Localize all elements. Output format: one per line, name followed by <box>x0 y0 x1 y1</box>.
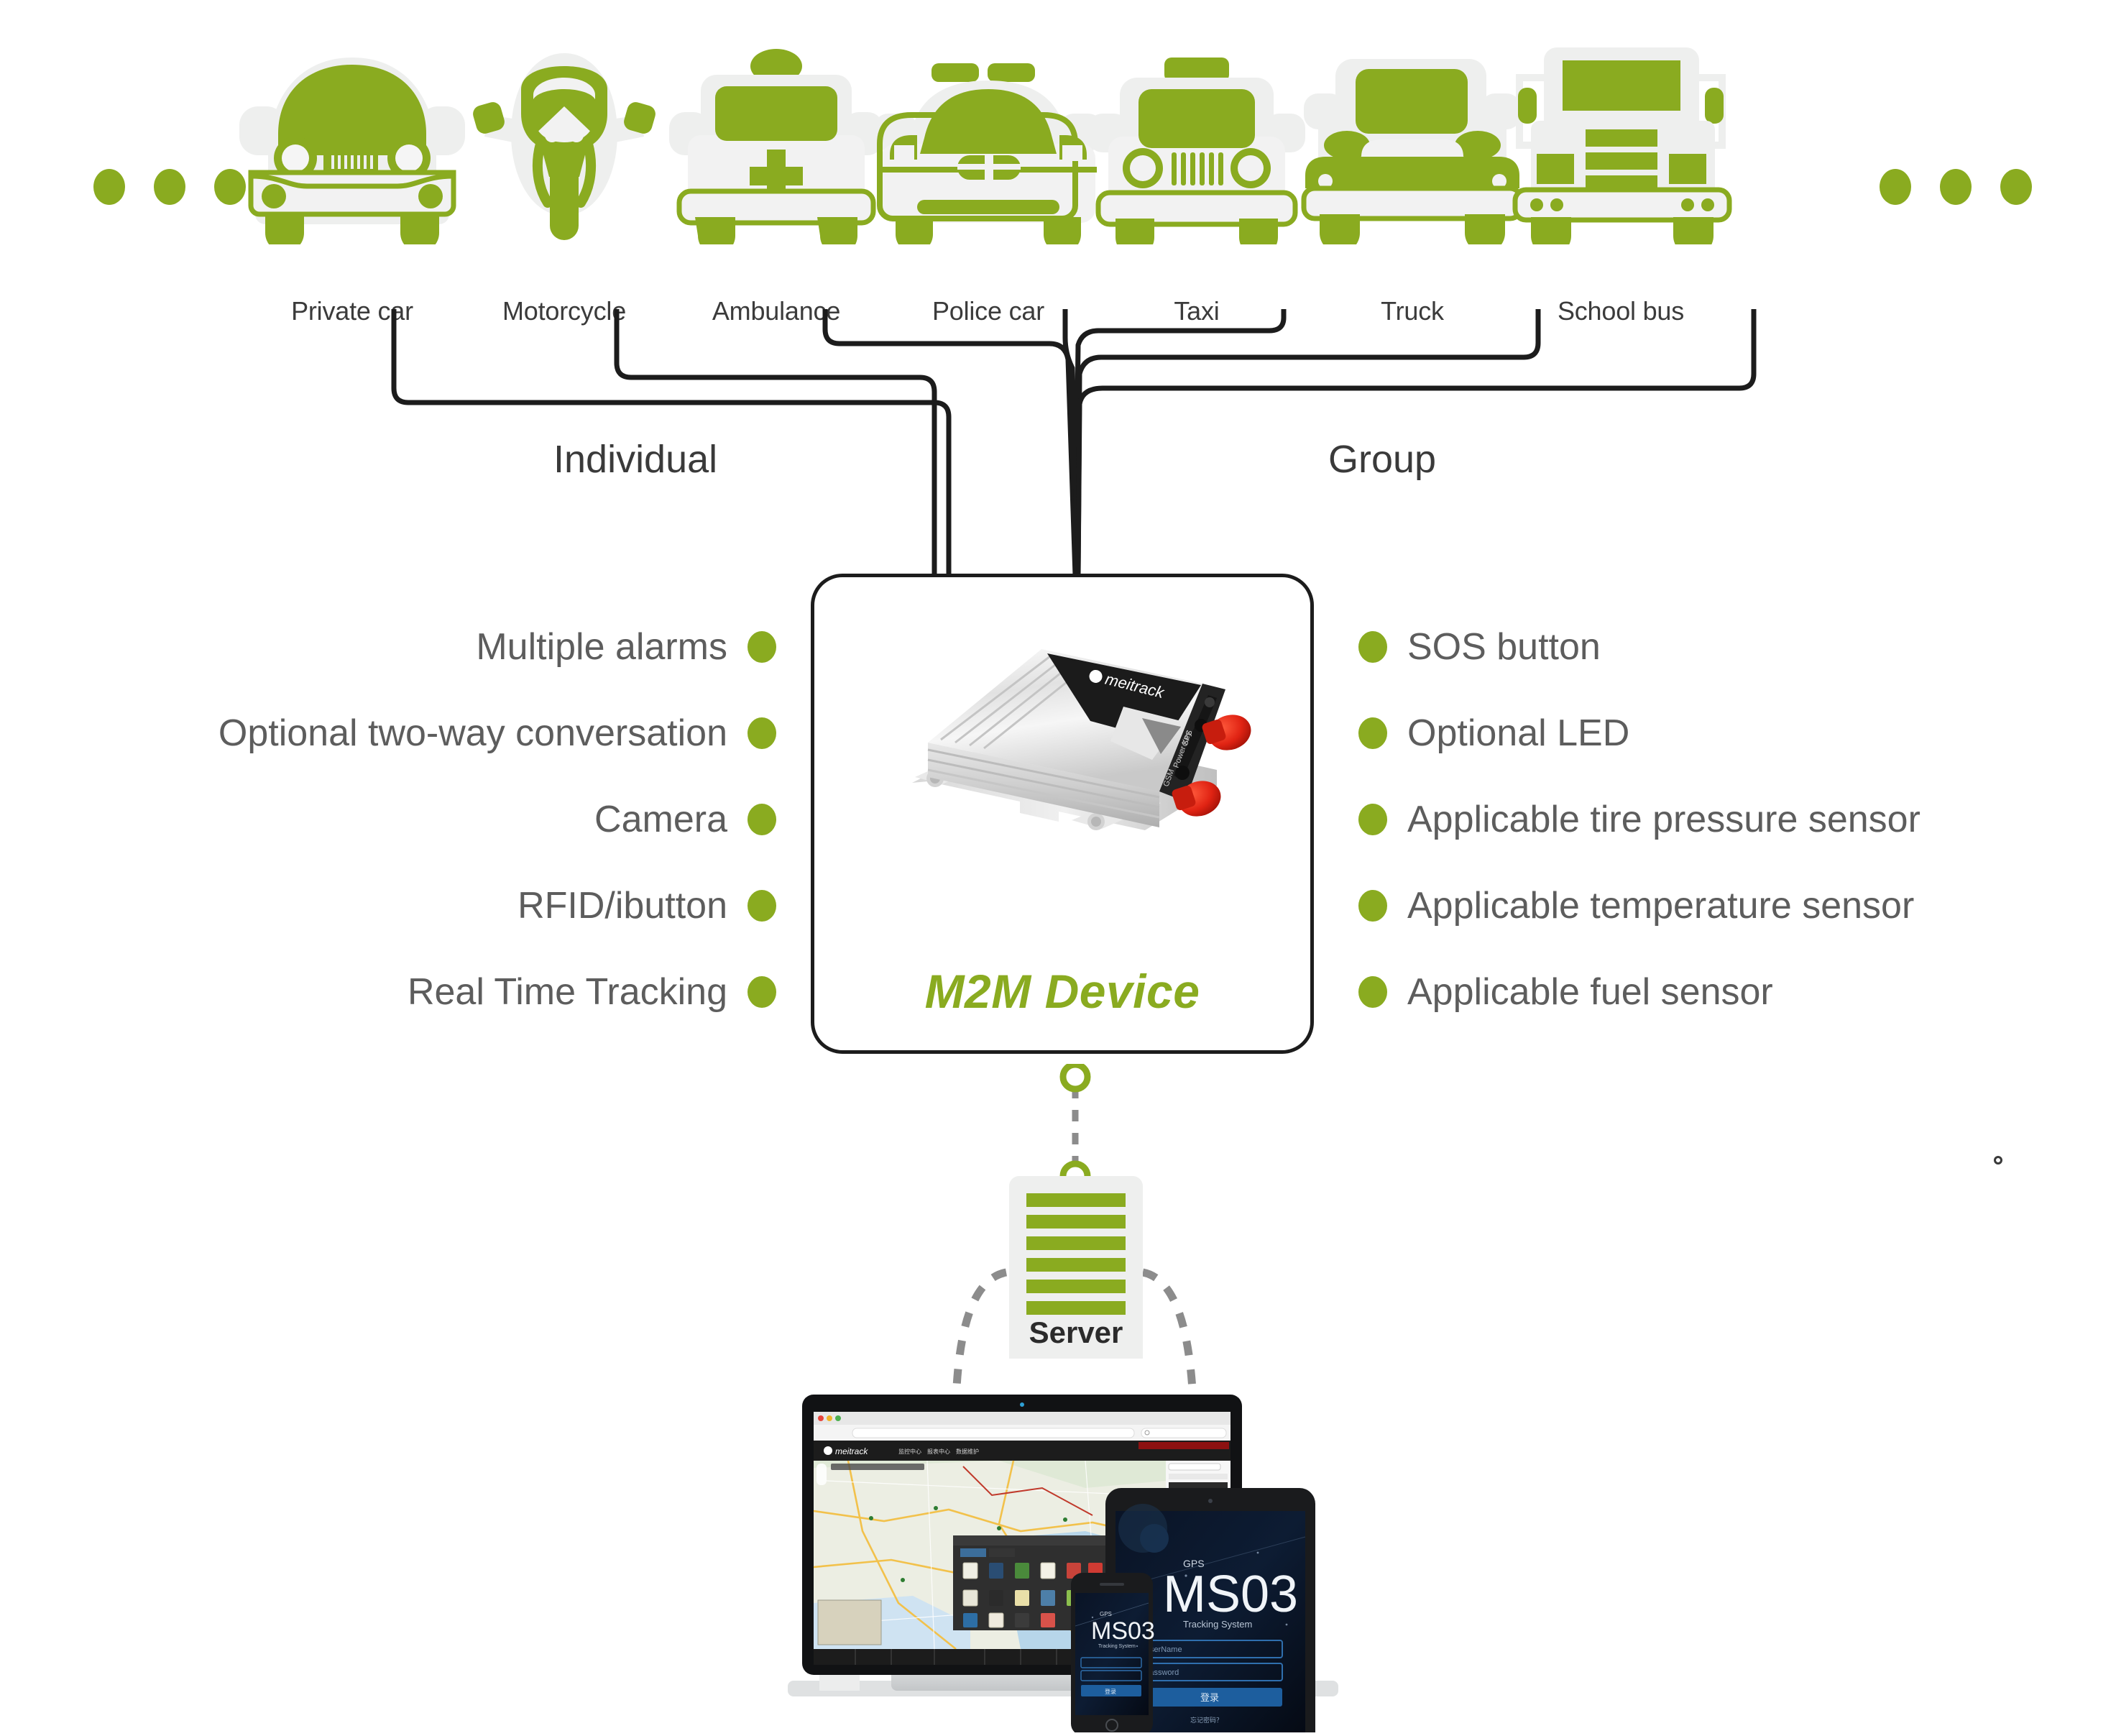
group-group-label: Group <box>1328 438 1437 481</box>
ambulance-icon <box>669 49 883 244</box>
feature-label: Optional LED <box>1407 712 1630 754</box>
bullet-dot-icon <box>748 890 776 922</box>
bullet-dot-icon <box>748 804 776 835</box>
server-body: Server <box>1009 1176 1143 1359</box>
bullet-dot-icon <box>748 717 776 749</box>
vehicle-truck[interactable]: Truck <box>1294 29 1531 326</box>
server-bar <box>1026 1193 1126 1207</box>
vehicle-label: Private car <box>291 296 413 326</box>
bullet-dot-icon <box>1358 804 1387 835</box>
platform-nav-item[interactable]: 报表中心 <box>927 1448 950 1455</box>
tablet-app-subtitle: Tracking System <box>1183 1619 1252 1630</box>
server-bar <box>1026 1236 1126 1250</box>
feature-item[interactable]: Optional LED <box>1358 690 2084 776</box>
truck-icon <box>1301 59 1524 244</box>
feature-item[interactable]: Applicable fuel sensor <box>1358 949 2084 1035</box>
feature-item[interactable]: RFID/ibutton <box>29 863 776 949</box>
end-devices-group: meitrack 监控中心 报表中心 数据维护 GPS MS03 Trackin… <box>788 1395 1338 1732</box>
vehicle-motorcycle[interactable]: Motorcycle <box>446 29 683 326</box>
bullet-dot-icon <box>748 976 776 1008</box>
taxi-icon <box>1088 58 1305 244</box>
left-ellipsis-dots <box>93 169 246 205</box>
vehicle-label: Truck <box>1381 296 1444 326</box>
feature-label: Real Time Tracking <box>407 971 727 1013</box>
server-node[interactable]: Server <box>1009 1176 1143 1359</box>
phone-speaker <box>1100 1583 1124 1586</box>
phone-app-prefix: GPS <box>1100 1611 1112 1617</box>
map-toolbar[interactable] <box>831 1464 924 1470</box>
diagram-canvas: Private car Motorcycle Ambulance Police … <box>0 0 2116 1736</box>
private-car-icon <box>239 58 465 244</box>
feature-item[interactable]: Camera <box>29 776 776 863</box>
platform-nav-item[interactable]: 数据维护 <box>956 1448 979 1455</box>
laptop-camera-icon <box>1020 1402 1024 1407</box>
server-bar <box>1026 1280 1126 1293</box>
feature-item[interactable]: Applicable tire pressure sensor <box>1358 776 2084 863</box>
vehicle-label: Motorcycle <box>502 296 627 326</box>
m2m-device-title: M2M Device <box>924 965 1200 1018</box>
bullet-dot-icon <box>1358 890 1387 922</box>
map-zoom-control[interactable] <box>816 1464 827 1485</box>
tablet-forgot-password-link[interactable]: 忘记密码？ <box>1190 1716 1223 1724</box>
vehicle-row: Private car Motorcycle Ambulance Police … <box>0 29 2116 326</box>
tablet-login-button-label: 登录 <box>1200 1692 1219 1703</box>
vehicle-label: Police car <box>932 296 1045 326</box>
tablet-app-title: MS03 <box>1163 1566 1298 1623</box>
feature-item[interactable]: Real Time Tracking <box>29 949 776 1035</box>
individual-group-label: Individual <box>553 438 718 481</box>
bullet-dot-icon <box>1358 631 1387 663</box>
server-to-devices-left-dashed <box>952 1268 1008 1402</box>
vehicle-police-car[interactable]: Police car <box>870 29 1107 326</box>
vehicle-private-car[interactable]: Private car <box>234 29 471 326</box>
vehicle-taxi[interactable]: Taxi <box>1078 29 1315 326</box>
feature-label: Applicable fuel sensor <box>1407 971 1773 1013</box>
motorcycle-icon <box>473 53 656 240</box>
tablet-camera-icon <box>1208 1499 1213 1503</box>
police-car-icon <box>874 63 1103 244</box>
right-ellipsis-dots <box>1880 169 2032 205</box>
feature-label: Multiple alarms <box>476 626 727 668</box>
phone-app-title: MS03 <box>1091 1617 1155 1645</box>
left-feature-list: Multiple alarms Optional two-way convers… <box>29 604 776 1035</box>
school-bus-icon <box>1512 47 1732 244</box>
phone-screen <box>1075 1593 1149 1715</box>
server-bar <box>1026 1215 1126 1228</box>
feature-label: Applicable temperature sensor <box>1407 885 1915 927</box>
server-bar <box>1026 1258 1126 1272</box>
feature-item[interactable]: Applicable temperature sensor <box>1358 863 2084 949</box>
bullet-dot-icon <box>1358 976 1387 1008</box>
vehicle-label: Ambulance <box>712 296 841 326</box>
vehicle-ambulance[interactable]: Ambulance <box>658 29 895 326</box>
feature-label: Optional two-way conversation <box>218 712 727 754</box>
feature-item[interactable]: Optional two-way conversation <box>29 690 776 776</box>
server-to-devices-right-dashed <box>1141 1268 1197 1402</box>
link-node-top-icon <box>1059 1064 1091 1093</box>
phone-login-button-label: 登录 <box>1105 1688 1116 1695</box>
feature-label: Applicable tire pressure sensor <box>1407 799 1920 840</box>
m2m-device-photo: meitrack GSM GPS Power Key <box>912 649 1251 830</box>
m2m-device-card[interactable]: meitrack GSM GPS Power Key M2M Device <box>811 574 1314 1054</box>
phone-app-subtitle: Tracking System <box>1098 1644 1136 1649</box>
server-label: Server <box>1029 1315 1123 1349</box>
vehicle-label: School bus <box>1557 296 1685 326</box>
feature-label: SOS button <box>1407 626 1601 668</box>
platform-alert-banner <box>1138 1442 1229 1449</box>
map-minimap[interactable] <box>817 1599 882 1645</box>
bullet-dot-icon <box>748 631 776 663</box>
server-bar <box>1026 1301 1126 1315</box>
platform-nav-item[interactable]: 监控中心 <box>898 1448 921 1455</box>
bullet-dot-icon <box>1358 717 1387 749</box>
feature-item[interactable]: Multiple alarms <box>29 604 776 690</box>
right-feature-list: SOS button Optional LED Applicable tire … <box>1358 604 2084 1035</box>
feature-item[interactable]: SOS button <box>1358 604 2084 690</box>
feature-label: Camera <box>594 799 727 840</box>
stray-dot-mark <box>1994 1156 2002 1165</box>
feature-label: RFID/ibutton <box>518 885 727 927</box>
vehicle-label: Taxi <box>1174 296 1220 326</box>
vehicle-school-bus[interactable]: School bus <box>1502 29 1739 326</box>
platform-brand-text: meitrack <box>835 1446 868 1456</box>
